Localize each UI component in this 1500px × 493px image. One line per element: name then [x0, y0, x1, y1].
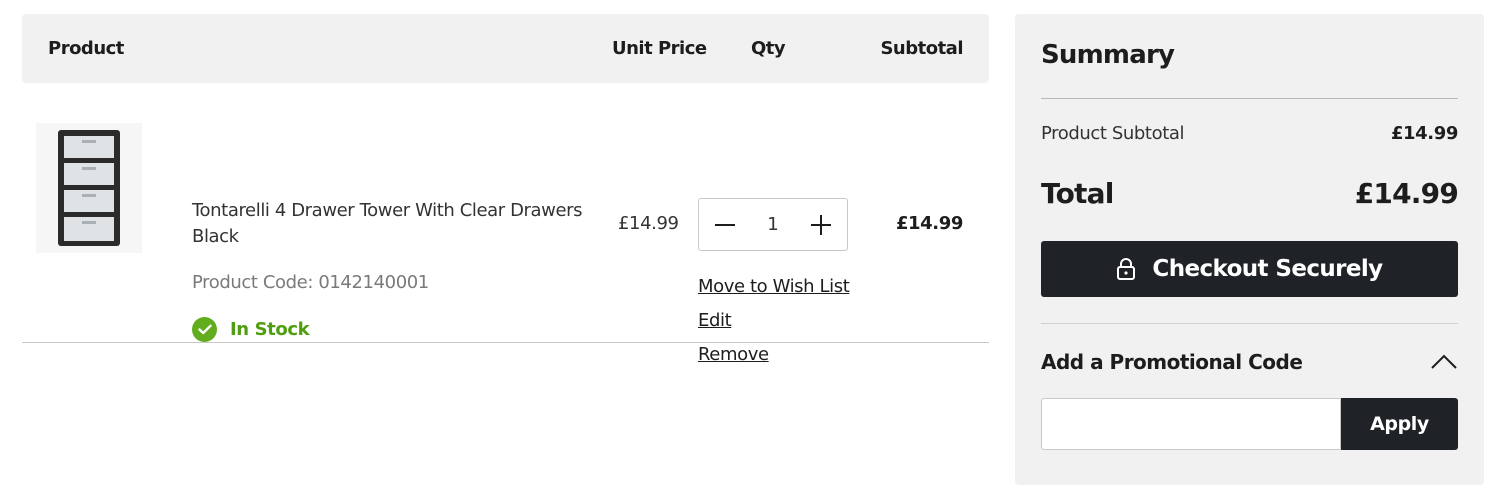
apply-promo-button[interactable]: Apply	[1341, 398, 1458, 450]
item-subtotal: £14.99	[895, 213, 963, 234]
cart-table: Product Unit Price Qty Subtotal Tontarel…	[22, 14, 989, 365]
divider	[1041, 98, 1458, 99]
increase-quantity-button[interactable]	[809, 213, 833, 237]
chevron-up-icon	[1431, 354, 1457, 369]
unit-price: £14.99	[618, 213, 679, 234]
plus-icon	[810, 214, 831, 235]
promo-code-title: Add a Promotional Code	[1041, 350, 1303, 374]
product-code: Product Code: 0142140001	[192, 272, 429, 293]
drawer-tower-icon	[58, 130, 120, 246]
header-qty: Qty	[751, 38, 786, 59]
minus-icon	[715, 223, 735, 226]
check-circle-icon	[192, 317, 217, 342]
total-value: £14.99	[1354, 177, 1459, 210]
promo-code-input[interactable]	[1041, 398, 1341, 450]
product-name[interactable]: Tontarelli 4 Drawer Tower With Clear Dra…	[192, 198, 592, 250]
lock-icon	[1116, 257, 1136, 281]
divider	[1041, 323, 1458, 324]
decrease-quantity-button[interactable]	[713, 213, 737, 237]
product-subtotal-label: Product Subtotal	[1041, 123, 1185, 144]
cart-header: Product Unit Price Qty Subtotal	[22, 14, 989, 83]
stock-status: In Stock	[192, 317, 310, 342]
stock-label: In Stock	[230, 319, 310, 340]
move-to-wish-list-link[interactable]: Move to Wish List	[698, 276, 850, 297]
header-subtotal: Subtotal	[880, 38, 963, 59]
quantity-stepper: 1	[698, 198, 848, 251]
order-summary-panel: Summary Product Subtotal £14.99 Total £1…	[1015, 14, 1484, 485]
drawer-tower-image[interactable]	[36, 123, 142, 253]
product-subtotal-value: £14.99	[1390, 123, 1458, 144]
collapse-promo-button[interactable]	[1430, 350, 1458, 374]
edit-link[interactable]: Edit	[698, 310, 732, 331]
cart-item-row: Tontarelli 4 Drawer Tower With Clear Dra…	[22, 83, 989, 365]
checkout-label: Checkout Securely	[1152, 256, 1383, 282]
checkout-securely-button[interactable]: Checkout Securely	[1041, 241, 1458, 297]
remove-link[interactable]: Remove	[698, 344, 769, 365]
quantity-value[interactable]: 1	[767, 214, 778, 235]
header-product: Product	[48, 38, 124, 59]
total-label: Total	[1041, 177, 1114, 210]
summary-title: Summary	[1041, 40, 1175, 70]
header-unit-price: Unit Price	[612, 38, 707, 59]
